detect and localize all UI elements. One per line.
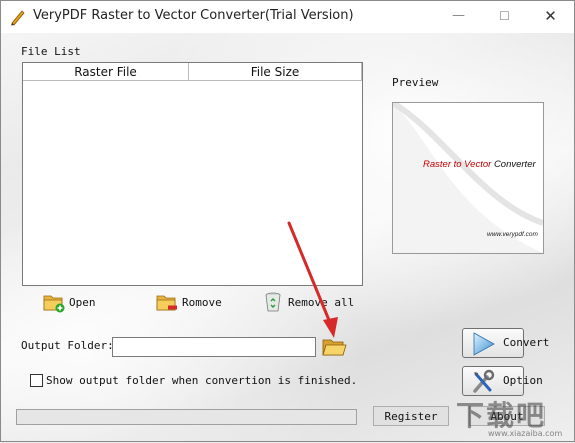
title-bar: VeryPDF Raster to Vector Converter(Trial… — [1, 1, 574, 33]
remove-all-label: Remove all — [288, 295, 355, 309]
column-header-raster-file[interactable]: Raster File — [23, 63, 189, 81]
open-label: Open — [69, 295, 96, 309]
remove-all-button[interactable]: Remove all — [262, 290, 354, 314]
column-header-file-size[interactable]: File Size — [189, 63, 362, 81]
output-folder-input[interactable] — [112, 337, 316, 357]
play-arrow-icon — [473, 332, 495, 356]
register-button[interactable]: Register — [373, 406, 449, 426]
remove-folder-icon — [156, 295, 177, 311]
show-output-folder-checkbox[interactable] — [30, 374, 43, 387]
conversion-progress-bar — [16, 409, 357, 425]
browse-folder-icon[interactable] — [321, 334, 347, 358]
convert-button[interactable]: Convert — [462, 328, 549, 358]
remove-button[interactable]: Romove — [156, 290, 222, 314]
preview-label: Preview — [392, 76, 439, 89]
convert-label: Convert — [503, 336, 550, 349]
open-folder-icon — [43, 295, 65, 313]
option-label: Option — [503, 374, 543, 387]
app-pen-icon — [11, 10, 25, 26]
window-title: VeryPDF Raster to Vector Converter(Trial… — [33, 8, 354, 23]
main-window: VeryPDF Raster to Vector Converter(Trial… — [0, 0, 575, 442]
close-button[interactable]: ✕ — [528, 1, 573, 33]
preview-pane: Raster to Vector Converter www.verypdf.c… — [392, 102, 544, 254]
tools-icon — [473, 369, 495, 393]
preview-title-red: Raster to Vector — [423, 159, 492, 170]
maximize-button[interactable]: ☐ — [482, 1, 527, 33]
remove-label: Romove — [182, 295, 222, 309]
file-list-table[interactable]: Raster File File Size — [22, 62, 363, 286]
watermark-url: www.xiazaiba.com — [488, 429, 563, 438]
recycle-bin-icon — [265, 292, 281, 312]
output-folder-label: Output Folder: — [21, 339, 114, 352]
minimize-button[interactable]: — — [436, 1, 481, 33]
watermark-logo: 下载吧 — [456, 399, 547, 432]
show-output-folder-label: Show output folder when convertion is fi… — [46, 374, 358, 387]
preview-url: www.verypdf.com — [487, 231, 538, 238]
preview-title: Raster to Vector Converter — [423, 159, 536, 170]
option-button[interactable]: Option — [462, 366, 543, 396]
open-button[interactable]: Open — [43, 290, 96, 314]
preview-title-black: Converter — [493, 159, 536, 170]
file-list-label: File List — [21, 45, 81, 58]
